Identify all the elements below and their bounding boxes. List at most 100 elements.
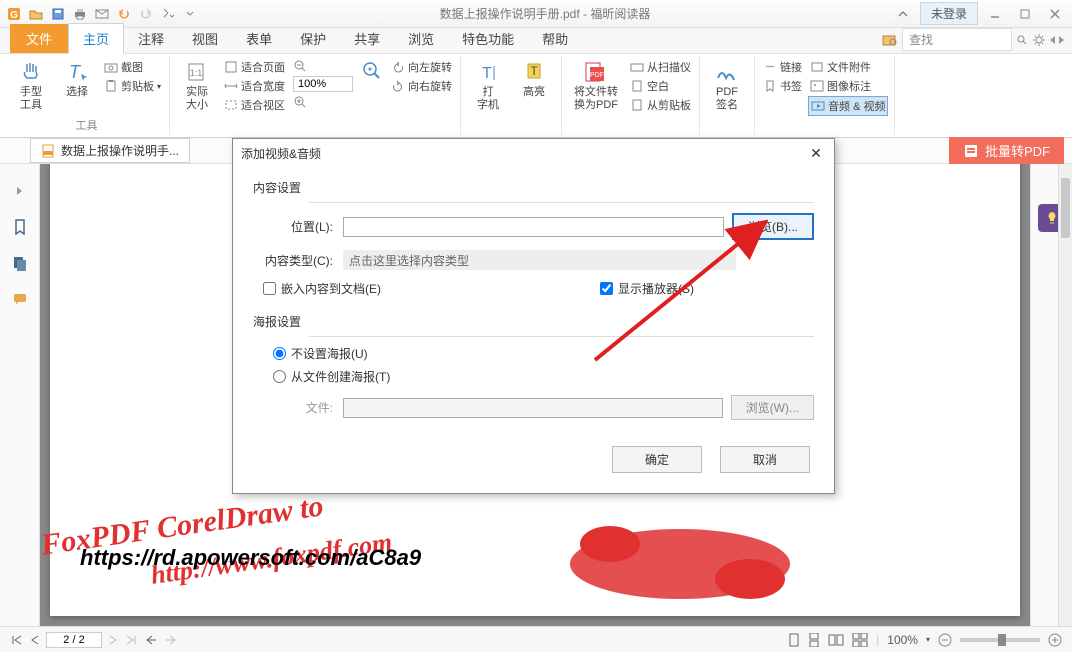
ribbon: 手型工具 T 选择 截图 剪贴板▾ 工具 1:1 实际大小 适合页面 适合宽度 … bbox=[0, 54, 1072, 138]
close-button[interactable] bbox=[1042, 4, 1068, 24]
batch-convert-button[interactable]: 批量转PDF bbox=[949, 137, 1064, 164]
fit-page-button[interactable]: 适合页面 bbox=[222, 58, 287, 76]
save-icon[interactable] bbox=[48, 4, 68, 24]
document-tab[interactable]: 数据上报操作说明手... bbox=[30, 138, 190, 163]
browse-button[interactable]: 浏览(B)... bbox=[732, 213, 814, 240]
gear-icon[interactable] bbox=[1032, 33, 1046, 47]
ok-button[interactable]: 确定 bbox=[612, 446, 702, 473]
file-label: 文件: bbox=[293, 399, 343, 416]
qat-dropdown-icon[interactable] bbox=[180, 4, 200, 24]
status-bar: | 100% ▾ bbox=[0, 626, 1072, 652]
login-button[interactable]: 未登录 bbox=[920, 2, 978, 25]
tab-protect[interactable]: 保护 bbox=[286, 24, 340, 53]
first-page-icon[interactable] bbox=[10, 634, 24, 646]
redo-icon[interactable] bbox=[136, 4, 156, 24]
single-page-icon[interactable] bbox=[788, 633, 800, 647]
typewriter-button[interactable]: T 打字机 bbox=[467, 58, 509, 114]
audio-video-button[interactable]: 音频 & 视频 bbox=[808, 96, 888, 116]
pages-panel-icon[interactable] bbox=[11, 254, 29, 272]
link-button[interactable]: 链接 bbox=[761, 58, 804, 76]
maximize-button[interactable] bbox=[1012, 4, 1038, 24]
print-icon[interactable] bbox=[70, 4, 90, 24]
from-scanner-button[interactable]: 从扫描仪 bbox=[628, 58, 693, 76]
zoom-out-icon[interactable] bbox=[291, 58, 355, 74]
comments-panel-icon[interactable] bbox=[11, 290, 29, 308]
zoom-in-button[interactable] bbox=[1048, 633, 1062, 647]
rotate-right-button[interactable]: 向右旋转 bbox=[389, 77, 454, 95]
nav-fwd-icon[interactable] bbox=[164, 634, 178, 646]
watermark-splash bbox=[550, 514, 810, 614]
blank-button[interactable]: 空白 bbox=[628, 77, 693, 95]
content-type-select[interactable]: 点击这里选择内容类型 bbox=[343, 250, 736, 270]
fit-width-button[interactable]: 适合宽度 bbox=[222, 77, 287, 95]
clipboard-button[interactable]: 剪贴板▾ bbox=[102, 77, 163, 95]
arrow-dropdown-icon[interactable] bbox=[158, 4, 178, 24]
image-annotation-button[interactable]: 图像标注 bbox=[808, 77, 888, 95]
tab-form[interactable]: 表单 bbox=[232, 24, 286, 53]
zoom-combo[interactable] bbox=[293, 76, 353, 92]
tab-comment[interactable]: 注释 bbox=[124, 24, 178, 53]
pdf-sign-button[interactable]: PDF签名 bbox=[706, 58, 748, 114]
embed-checkbox[interactable]: 嵌入内容到文档(E) bbox=[263, 280, 381, 297]
nav-next-icon[interactable] bbox=[1059, 36, 1064, 44]
bookmark-panel-icon[interactable] bbox=[11, 218, 29, 236]
location-input[interactable] bbox=[343, 217, 724, 237]
show-player-checkbox[interactable]: 显示播放器(S) bbox=[600, 280, 694, 297]
select-tool-button[interactable]: T 选择 bbox=[56, 58, 98, 101]
cancel-button[interactable]: 取消 bbox=[720, 446, 810, 473]
highlight-button[interactable]: T 高亮 bbox=[513, 58, 555, 101]
continuous-facing-icon[interactable] bbox=[852, 633, 868, 647]
next-page-icon[interactable] bbox=[108, 634, 118, 646]
snapshot-button[interactable]: 截图 bbox=[102, 58, 163, 76]
bookmark-button[interactable]: 书签 bbox=[761, 77, 804, 95]
last-page-icon[interactable] bbox=[124, 634, 138, 646]
ribbon-collapse-icon[interactable] bbox=[890, 4, 916, 24]
tab-browse[interactable]: 浏览 bbox=[394, 24, 448, 53]
tab-view[interactable]: 视图 bbox=[178, 24, 232, 53]
nav-back-icon[interactable] bbox=[144, 634, 158, 646]
prev-page-icon[interactable] bbox=[30, 634, 40, 646]
nav-prev-icon[interactable] bbox=[1050, 36, 1055, 44]
zoom-out-button[interactable] bbox=[938, 633, 952, 647]
tab-home[interactable]: 主页 bbox=[68, 23, 124, 54]
page-input[interactable] bbox=[46, 632, 102, 648]
from-file-radio[interactable]: 从文件创建海报(T) bbox=[273, 368, 814, 385]
from-clipboard-button[interactable]: 从剪贴板 bbox=[628, 96, 693, 114]
vertical-scrollbar[interactable] bbox=[1058, 164, 1072, 626]
actual-size-label: 实际大小 bbox=[186, 86, 208, 112]
convert-pdf-button[interactable]: PDF 将文件转换为PDF bbox=[568, 58, 624, 114]
search-dropdown-icon[interactable] bbox=[1016, 34, 1028, 46]
continuous-icon[interactable] bbox=[808, 633, 820, 647]
open-icon[interactable] bbox=[26, 4, 46, 24]
quick-access-toolbar: G bbox=[4, 4, 200, 24]
scroll-thumb[interactable] bbox=[1061, 178, 1070, 238]
fit-visible-button[interactable]: 适合视区 bbox=[222, 96, 287, 114]
svg-text:T: T bbox=[69, 62, 82, 82]
zoom-in-icon[interactable] bbox=[291, 94, 355, 110]
tab-help[interactable]: 帮助 bbox=[528, 24, 582, 53]
actual-size-button[interactable]: 1:1 实际大小 bbox=[176, 58, 218, 114]
tab-features[interactable]: 特色功能 bbox=[448, 24, 528, 53]
undo-icon[interactable] bbox=[114, 4, 134, 24]
zoom-magnifier-icon[interactable] bbox=[359, 58, 385, 84]
no-poster-radio[interactable]: 不设置海报(U) bbox=[273, 345, 814, 362]
file-attachment-button[interactable]: 文件附件 bbox=[808, 58, 888, 76]
add-video-audio-dialog: 添加视频&音频 ✕ 内容设置 位置(L): 浏览(B)... 内容类型(C): … bbox=[232, 138, 835, 494]
search-folder-icon[interactable] bbox=[882, 33, 898, 47]
dialog-titlebar[interactable]: 添加视频&音频 ✕ bbox=[233, 139, 834, 167]
dialog-title: 添加视频&音频 bbox=[241, 145, 321, 162]
tab-share[interactable]: 共享 bbox=[340, 24, 394, 53]
zoom-slider[interactable] bbox=[960, 638, 1040, 642]
sidebar-expand-icon[interactable] bbox=[11, 182, 29, 200]
minimize-button[interactable] bbox=[982, 4, 1008, 24]
facing-icon[interactable] bbox=[828, 633, 844, 647]
search-input[interactable]: 查找 bbox=[902, 28, 1012, 51]
email-icon[interactable] bbox=[92, 4, 112, 24]
dialog-close-button[interactable]: ✕ bbox=[806, 143, 826, 163]
rotate-left-button[interactable]: 向左旋转 bbox=[389, 58, 454, 76]
select-tool-label: 选择 bbox=[66, 86, 88, 99]
app-icon[interactable]: G bbox=[4, 4, 24, 24]
file-tab[interactable]: 文件 bbox=[10, 24, 68, 53]
hand-tool-button[interactable]: 手型工具 bbox=[10, 58, 52, 114]
highlight-label: 高亮 bbox=[523, 86, 545, 99]
